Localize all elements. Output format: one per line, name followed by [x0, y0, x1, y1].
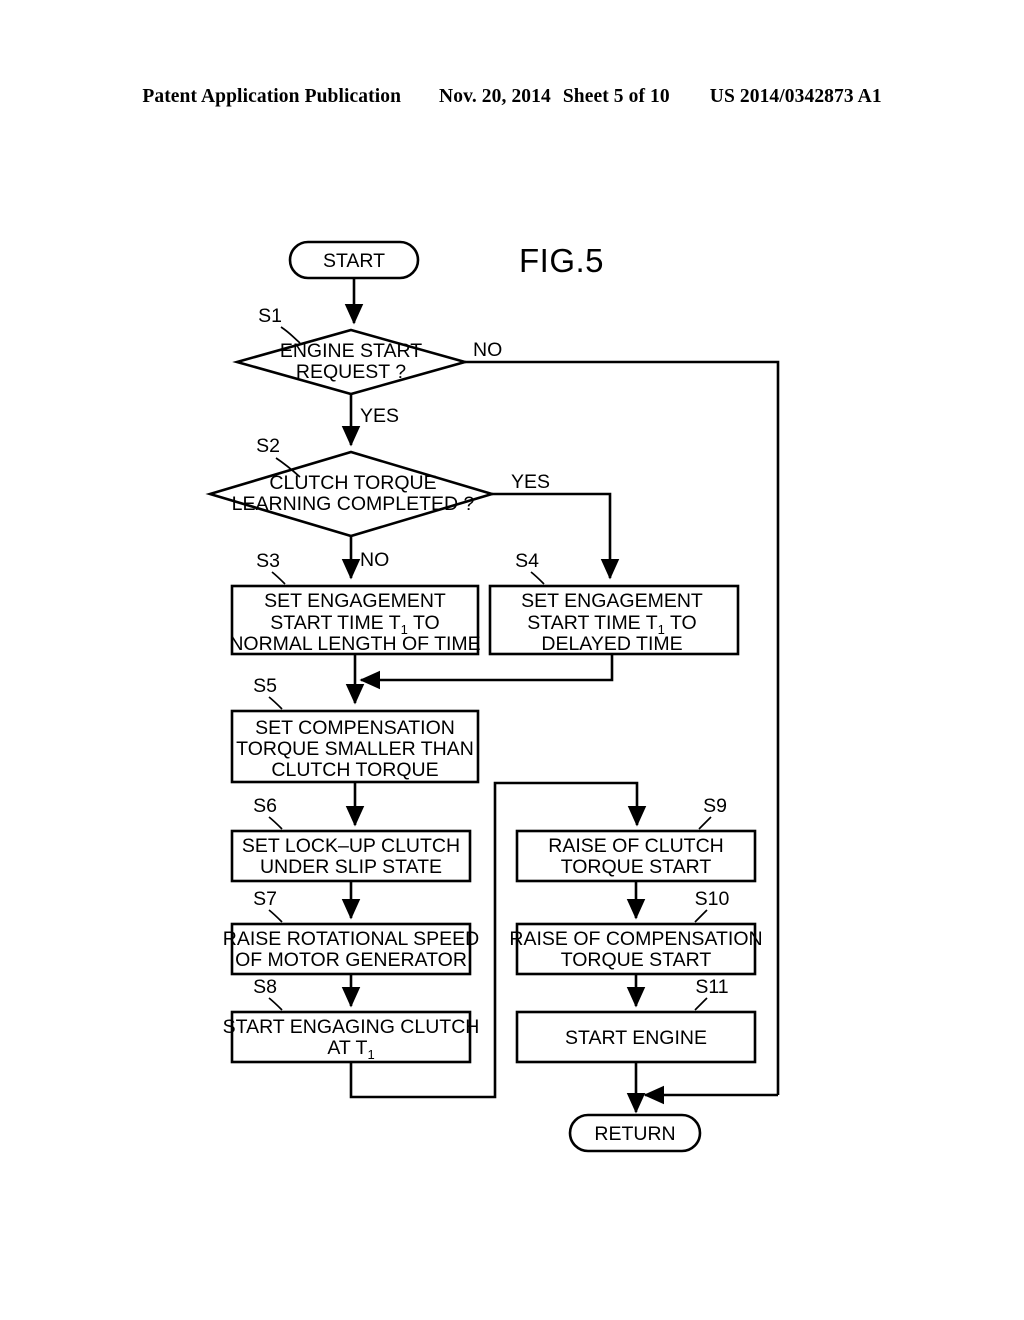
- leader-s8: [268, 997, 283, 1011]
- step-label-s6: S6: [253, 795, 277, 817]
- terminal-start-label: START: [323, 250, 385, 272]
- process-s5-line1: SET COMPENSATION: [255, 717, 455, 739]
- step-label-s3: S3: [256, 550, 280, 572]
- process-s5-line3: CLUTCH TORQUE: [271, 759, 438, 781]
- step-label-s4: S4: [515, 550, 539, 572]
- process-s11-line1: START ENGINE: [565, 1027, 707, 1049]
- step-label-s5: S5: [253, 675, 277, 697]
- decision-s2-line1: CLUTCH TORQUE: [269, 472, 436, 494]
- terminal-return-label: RETURN: [594, 1123, 675, 1145]
- process-s6-line1: SET LOCK–UP CLUTCH: [242, 835, 460, 857]
- leader-s4: [530, 571, 545, 585]
- branch-label-s2-no: NO: [360, 549, 389, 571]
- step-label-s11: S11: [695, 976, 728, 998]
- patent-figure-page: Patent Application Publication Nov. 20, …: [0, 0, 1024, 1320]
- leader-s9: [698, 816, 712, 830]
- step-label-s10: S10: [695, 888, 730, 910]
- leader-s7: [268, 909, 283, 923]
- flowchart-canvas: FIG.5 START ENGINE START REQUEST ? S1 NO…: [205, 240, 780, 1153]
- connector-s2-yes-to-s4: [492, 492, 620, 580]
- process-s3-line3: NORMAL LENGTH OF TIME: [229, 633, 480, 655]
- leader-s10: [694, 909, 708, 923]
- process-s10-line2: TORQUE START: [561, 949, 712, 971]
- process-s3-line1: SET ENGAGEMENT: [264, 590, 446, 612]
- process-s10-line1: RAISE OF COMPENSATION: [509, 928, 762, 950]
- step-label-s1: S1: [258, 305, 282, 327]
- process-s7-line2: OF MOTOR GENERATOR: [235, 949, 467, 971]
- leader-s6: [268, 816, 283, 830]
- decision-s2-line2: LEARNING COMPLETED ?: [232, 493, 475, 515]
- leader-s5: [268, 696, 283, 710]
- leader-s11: [694, 997, 708, 1011]
- process-s8-line1: START ENGAGING CLUTCH: [223, 1016, 480, 1038]
- decision-s1-line2: REQUEST ?: [296, 361, 406, 383]
- process-s6-line2: UNDER SLIP STATE: [260, 856, 442, 878]
- connector-s4-merge-to-s5: [359, 654, 614, 690]
- figure-title: FIG.5: [519, 242, 604, 279]
- step-label-s7: S7: [253, 888, 277, 910]
- process-s9-line1: RAISE OF CLUTCH: [548, 835, 724, 857]
- step-label-s2: S2: [256, 435, 280, 457]
- step-label-s8: S8: [253, 976, 277, 998]
- branch-label-s2-yes: YES: [511, 471, 550, 493]
- process-s4-line3: DELAYED TIME: [541, 633, 682, 655]
- branch-label-s1-yes: YES: [360, 405, 399, 427]
- decision-s1-line1: ENGINE START: [280, 340, 422, 362]
- step-label-s9: S9: [703, 795, 727, 817]
- process-s7-line1: RAISE ROTATIONAL SPEED: [223, 928, 479, 950]
- process-s9-line2: TORQUE START: [561, 856, 712, 878]
- leader-s3: [271, 571, 286, 585]
- process-s5-line2: TORQUE SMALLER THAN: [236, 738, 474, 760]
- process-s4-line1: SET ENGAGEMENT: [521, 590, 703, 612]
- branch-label-s1-no: NO: [473, 339, 502, 361]
